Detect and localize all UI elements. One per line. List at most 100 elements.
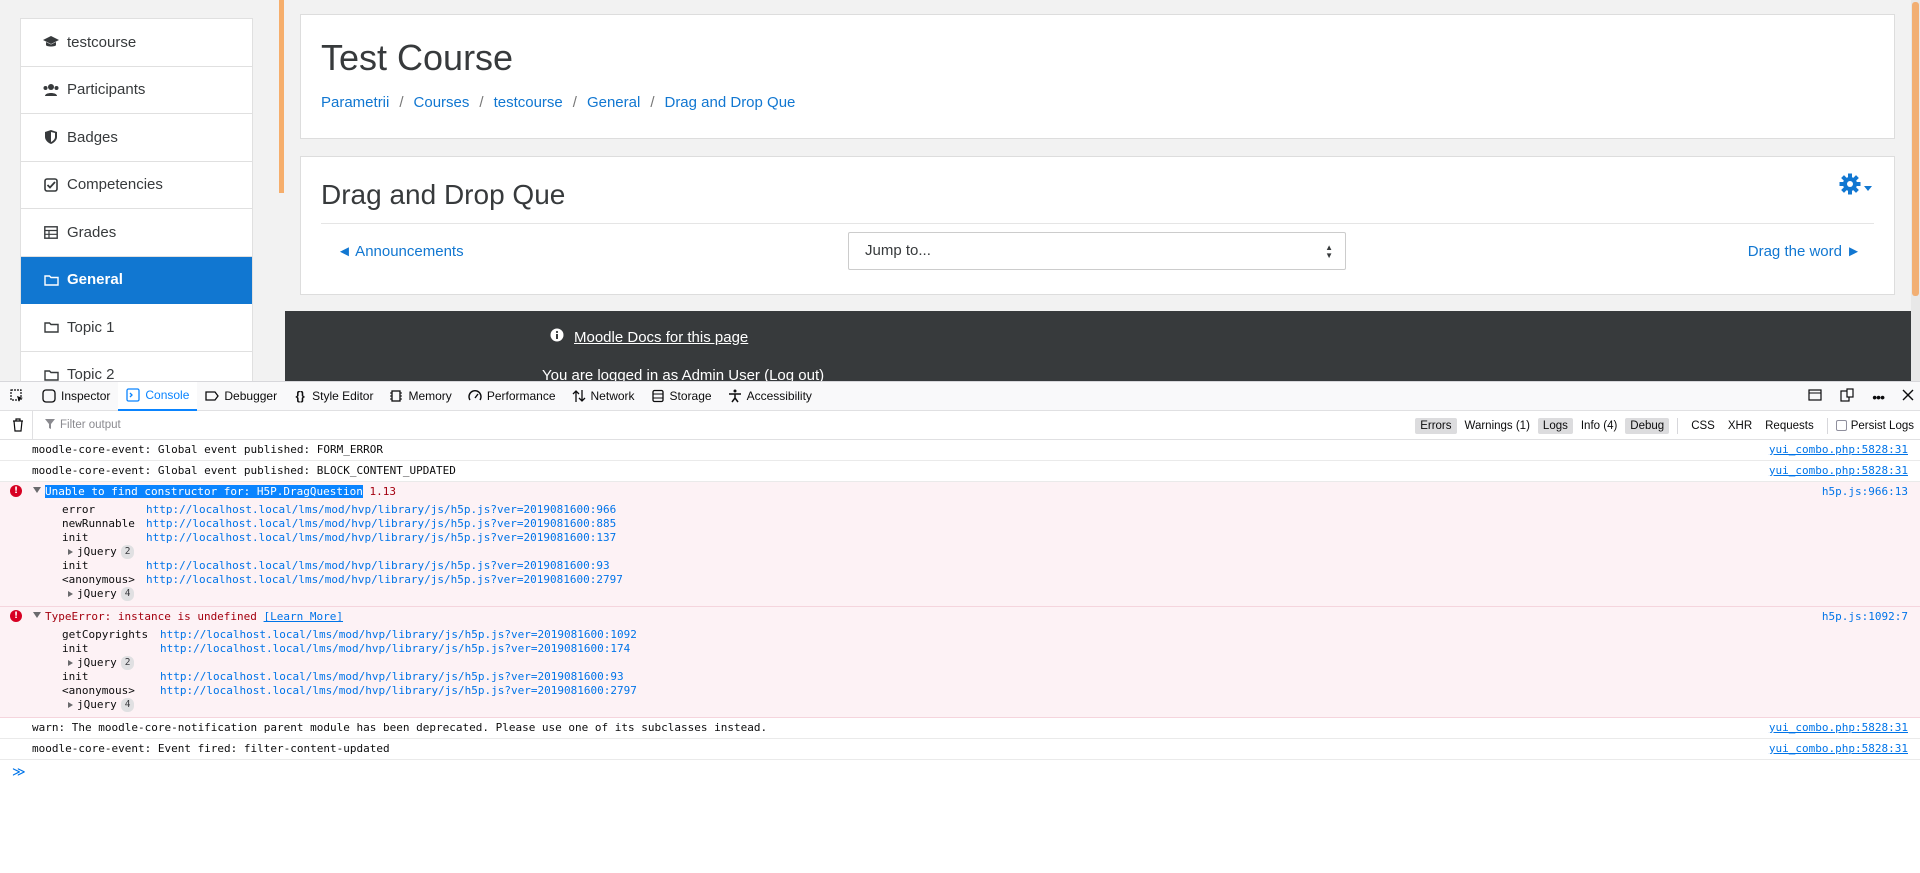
- tab-label: Inspector: [61, 389, 111, 403]
- filter-debug-button[interactable]: Debug: [1625, 417, 1670, 434]
- filter-errors-button[interactable]: Errors: [1415, 417, 1457, 434]
- tab-network[interactable]: Network: [564, 382, 643, 411]
- page-scrollbar[interactable]: [1911, 0, 1920, 381]
- table-icon: [41, 225, 61, 239]
- close-icon[interactable]: [1902, 389, 1914, 404]
- frame-url[interactable]: http://localhost.local/lms/mod/hvp/libra…: [146, 559, 610, 573]
- breadcrumb-link[interactable]: Drag and Drop Que: [664, 94, 795, 111]
- breadcrumb-link[interactable]: Courses: [414, 94, 470, 111]
- tab-accessibility[interactable]: Accessibility: [720, 382, 820, 411]
- stack-frame[interactable]: init http://localhost.local/lms/mod/hvp/l…: [62, 642, 1920, 656]
- activity-settings-menu[interactable]: [1839, 173, 1872, 200]
- filter-requests-button[interactable]: Requests: [1760, 418, 1819, 434]
- trash-icon[interactable]: [10, 418, 26, 432]
- group-label: jQuery: [77, 545, 117, 558]
- error-text[interactable]: Unable to find constructor for: H5P.Drag…: [32, 485, 396, 498]
- source-location-link[interactable]: yui_combo.php:5828:31: [1769, 721, 1908, 735]
- tab-debugger[interactable]: Debugger: [197, 382, 285, 411]
- frame-url[interactable]: http://localhost.local/lms/mod/hvp/libra…: [146, 531, 616, 545]
- split-console-icon[interactable]: [1808, 389, 1822, 404]
- sidebar-item-grades[interactable]: Grades: [21, 209, 252, 257]
- tab-memory[interactable]: Memory: [381, 382, 459, 411]
- learn-more-link[interactable]: [Learn More]: [264, 610, 343, 623]
- sidebar-item-competencies[interactable]: Competencies: [21, 162, 252, 209]
- expand-toggle-icon[interactable]: [33, 487, 41, 493]
- frame-url[interactable]: http://localhost.local/lms/mod/hvp/libra…: [146, 573, 623, 587]
- responsive-design-icon[interactable]: [1840, 388, 1854, 405]
- stack-group-toggle[interactable]: jQuery 4: [62, 698, 1920, 712]
- page-title: Test Course: [321, 37, 514, 78]
- stack-frame[interactable]: <anonymous> http://localhost.local/lms/mo…: [62, 684, 1920, 698]
- console-error-message: ! TypeError: instance is undefined [Lear…: [0, 607, 1920, 718]
- frame-url[interactable]: http://localhost.local/lms/mod/hvp/libra…: [160, 684, 637, 698]
- source-location-link[interactable]: yui_combo.php:5828:31: [1769, 464, 1908, 478]
- persist-logs-checkbox[interactable]: Persist Logs: [1835, 420, 1914, 432]
- filter-output-input[interactable]: Filter output: [32, 411, 121, 439]
- tab-console[interactable]: Console: [118, 381, 198, 411]
- breadcrumb-link[interactable]: Parametrii: [321, 94, 389, 111]
- source-location-link[interactable]: h5p.js:1092:7: [1822, 610, 1908, 624]
- jump-to-select[interactable]: Jump to... ▲ ▼: [848, 232, 1346, 270]
- group-label: jQuery: [77, 587, 117, 600]
- frame-url[interactable]: http://localhost.local/lms/mod/hvp/libra…: [146, 517, 616, 531]
- filter-buttons: Errors Warnings (1) Logs Info (4) Debug …: [1415, 411, 1914, 440]
- console-icon: [126, 388, 141, 402]
- message-text: moodle-core-event: Global event publishe…: [32, 464, 456, 477]
- sidebar-item-badges[interactable]: Badges: [21, 114, 252, 162]
- filter-xhr-button[interactable]: XHR: [1723, 418, 1757, 434]
- more-options-icon[interactable]: •••: [1872, 389, 1885, 405]
- frame-function: <anonymous>: [62, 684, 135, 697]
- frame-url[interactable]: http://localhost.local/lms/mod/hvp/libra…: [146, 503, 616, 517]
- sidebar-item-general[interactable]: General: [21, 256, 252, 304]
- source-location-link[interactable]: h5p.js:966:13: [1822, 485, 1908, 499]
- breadcrumb-link[interactable]: General: [587, 94, 640, 111]
- stack-frame[interactable]: init http://localhost.local/lms/mod/hvp/l…: [62, 531, 1920, 545]
- filter-info-button[interactable]: Info (4): [1576, 418, 1622, 434]
- expand-toggle-icon[interactable]: [33, 612, 41, 618]
- source-location-link[interactable]: yui_combo.php:5828:31: [1769, 443, 1908, 457]
- page-footer: Moodle Docs for this page You are logged…: [285, 311, 1911, 381]
- sidebar-item-topic-1[interactable]: Topic 1: [21, 304, 252, 352]
- frame-url[interactable]: http://localhost.local/lms/mod/hvp/libra…: [160, 628, 637, 642]
- sidebar-item-topic-2[interactable]: Topic 2: [21, 352, 252, 381]
- stack-frame[interactable]: newRunnable http://localhost.local/lms/mo…: [62, 517, 1920, 531]
- tab-storage[interactable]: Storage: [643, 382, 720, 411]
- frame-function: init: [62, 642, 89, 655]
- error-text[interactable]: TypeError: instance is undefined [Learn …: [32, 610, 343, 623]
- next-activity-link[interactable]: Drag the word ►: [1748, 243, 1861, 260]
- previous-activity-link[interactable]: ◄ Announcements: [337, 243, 464, 260]
- devtools-window-controls: •••: [1808, 382, 1914, 411]
- stack-group-toggle[interactable]: jQuery 2: [62, 656, 1920, 670]
- moodle-page: testcourse Participants Badges Competenc…: [0, 0, 1920, 381]
- stack-frame[interactable]: error http://localhost.local/lms/mod/hvp/…: [62, 503, 1920, 517]
- moodle-docs-link[interactable]: Moodle Docs for this page: [574, 329, 748, 346]
- stack-group-toggle[interactable]: jQuery 4: [62, 587, 1920, 601]
- sidebar-item-testcourse[interactable]: testcourse: [21, 19, 252, 67]
- stack-frame[interactable]: getCopyrights http://localhost.local/lms/…: [62, 628, 1920, 642]
- tab-inspector[interactable]: Inspector: [34, 382, 118, 411]
- picker-icon: [10, 389, 24, 403]
- tab-label: Performance: [486, 389, 556, 403]
- stack-frame[interactable]: <anonymous> http://localhost.local/lms/mo…: [62, 573, 1920, 587]
- tab-performance[interactable]: Performance: [460, 382, 564, 411]
- filter-warnings-button[interactable]: Warnings (1): [1460, 418, 1535, 434]
- stack-frame[interactable]: init http://localhost.local/lms/mod/hvp/l…: [62, 670, 1920, 684]
- source-location-link[interactable]: yui_combo.php:5828:31: [1769, 742, 1908, 756]
- filter-logs-button[interactable]: Logs: [1537, 417, 1573, 434]
- expand-toggle-icon: [68, 591, 73, 597]
- inspector-icon: [42, 389, 56, 403]
- filter-css-button[interactable]: CSS: [1686, 418, 1720, 434]
- scrollbar-thumb[interactable]: [1912, 2, 1919, 296]
- group-count-badge: 4: [120, 698, 135, 712]
- sidebar-item-participants[interactable]: Participants: [21, 67, 252, 114]
- gear-icon: [1839, 173, 1861, 200]
- breadcrumb-link[interactable]: testcourse: [494, 94, 563, 111]
- breadcrumb: Parametrii / Courses / testcourse / Gene…: [321, 94, 795, 111]
- stack-group-toggle[interactable]: jQuery 2: [62, 545, 1920, 559]
- frame-url[interactable]: http://localhost.local/lms/mod/hvp/libra…: [160, 670, 624, 684]
- frame-url[interactable]: http://localhost.local/lms/mod/hvp/libra…: [160, 642, 630, 656]
- tab-style-editor[interactable]: {} Style Editor: [285, 382, 381, 411]
- element-picker-button[interactable]: [0, 382, 34, 411]
- console-input[interactable]: ≫: [0, 760, 1920, 784]
- stack-frame[interactable]: init http://localhost.local/lms/mod/hvp/l…: [62, 559, 1920, 573]
